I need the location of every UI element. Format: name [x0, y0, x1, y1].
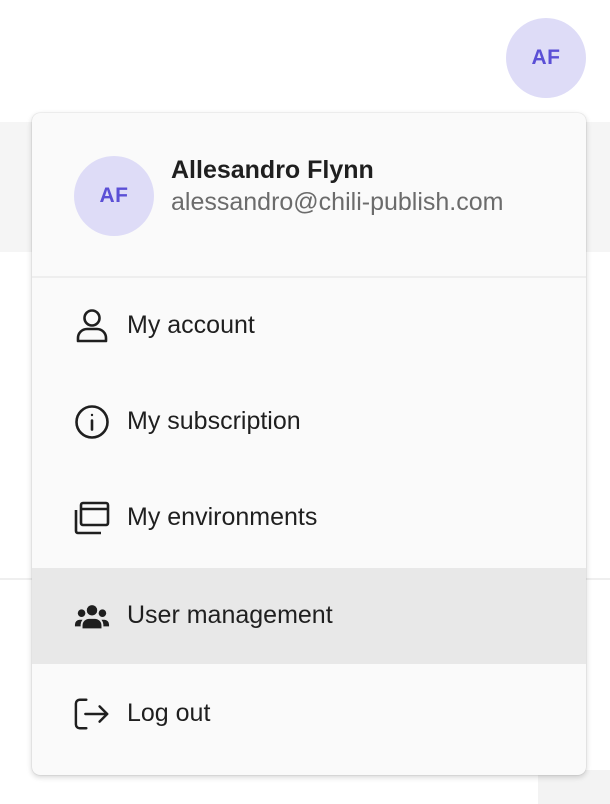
avatar-initials: AF — [531, 46, 561, 69]
profile-avatar: AF — [74, 156, 154, 236]
user-avatar-button[interactable]: AF — [506, 18, 586, 98]
menu-item-label: User management — [127, 601, 333, 629]
menu-item-my-environments[interactable]: My environments — [32, 470, 586, 566]
menu-item-label: Log out — [127, 699, 211, 727]
info-icon — [74, 403, 110, 441]
menu-item-my-account[interactable]: My account — [32, 278, 586, 374]
environments-icon — [74, 499, 110, 537]
menu-item-my-subscription[interactable]: My subscription — [32, 374, 586, 470]
profile-initials: AF — [99, 184, 129, 207]
menu-item-label: My environments — [127, 503, 318, 531]
menu-item-log-out[interactable]: Log out — [32, 666, 586, 762]
menu-item-label: My subscription — [127, 407, 301, 435]
user-profile-header: AF Allesandro Flynn alessandro@chili-pub… — [32, 113, 586, 276]
logout-icon — [74, 695, 110, 733]
profile-email: alessandro@chili-publish.com — [171, 188, 504, 216]
background-panel-corner — [538, 770, 610, 804]
profile-name: Allesandro Flynn — [171, 156, 374, 184]
user-menu: AF Allesandro Flynn alessandro@chili-pub… — [32, 113, 586, 775]
users-icon — [74, 597, 110, 635]
menu-item-user-management[interactable]: User management — [32, 568, 586, 664]
user-icon — [74, 307, 110, 345]
menu-item-label: My account — [127, 311, 255, 339]
